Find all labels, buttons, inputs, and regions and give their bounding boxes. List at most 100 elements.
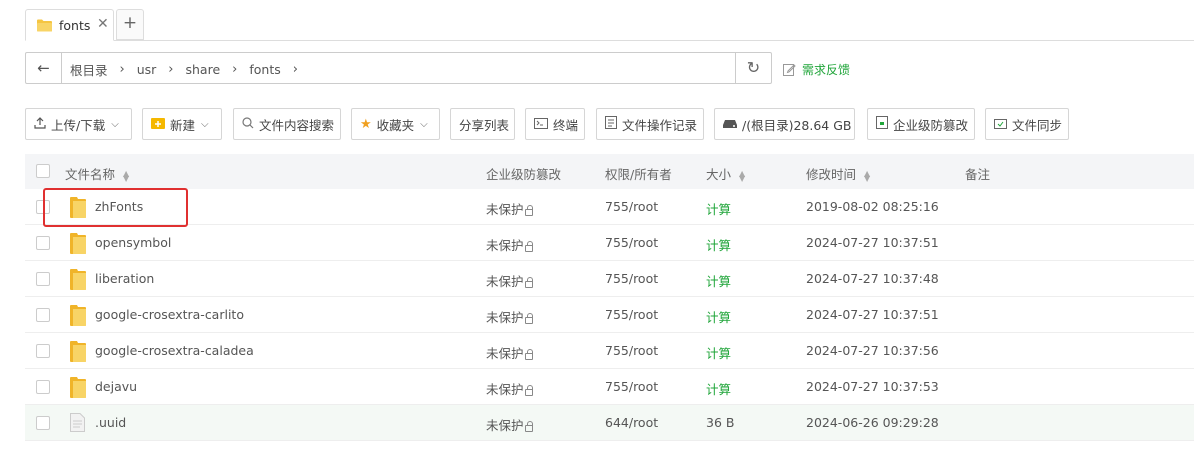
search-icon [242,116,254,132]
back-arrow-icon[interactable]: ← [26,53,62,83]
protect-status[interactable]: 未保护 [486,379,533,398]
crumb-usr[interactable]: usr [137,62,157,77]
row-checkbox[interactable] [36,200,50,214]
table-row[interactable]: liberation 未保护 755/root 计算 2024-07-27 10:37:… [25,261,1194,297]
terminal-icon [534,117,548,132]
col-note: 备注 [965,167,991,182]
row-checkbox[interactable] [36,272,50,286]
row-checkbox[interactable] [36,380,50,394]
tab-title: fonts [59,18,91,33]
file-size[interactable]: 计算 [706,343,731,362]
chevron-right-icon[interactable]: › [293,62,298,77]
file-name[interactable]: google-crosextra-carlito [95,307,244,322]
table-row[interactable]: google-crosextra-caladea 未保护 755/root 计算 202… [25,333,1194,369]
row-checkbox[interactable] [36,236,50,250]
table-row[interactable]: .uuid 未保护 644/root 36 B 2024-06-26 09:29:28 [25,405,1194,441]
lock-icon [524,421,533,432]
table-row[interactable]: dejavu 未保护 755/root 计算 2024-07-27 10:37:53 [25,369,1194,405]
tab-fonts[interactable]: fonts ✕ [25,9,114,41]
table-header: 文件名称 ▲ ▼ 企业级防篡改 权限/所有者 大小 ▲ ▼ 修改时间 ▲ ▼ 备注 [25,154,1194,189]
search-label: 文件内容搜索 [259,117,335,133]
share-list-button[interactable]: 分享列表 [450,108,515,140]
file-size[interactable]: 计算 [706,271,731,290]
refresh-icon[interactable]: ↻ [735,53,771,83]
file-icon [70,413,85,432]
permission[interactable]: 755/root [605,343,658,358]
permission[interactable]: 755/root [605,307,658,322]
file-sync-button[interactable]: 文件同步 [985,108,1069,140]
col-perm: 权限/所有者 [605,167,672,182]
tab-bar: fonts ✕ + [0,0,1194,42]
file-name[interactable]: google-crosextra-caladea [95,343,254,358]
modified-time: 2024-07-27 10:37:53 [806,379,939,394]
row-checkbox[interactable] [36,344,50,358]
permission[interactable]: 755/root [605,235,658,250]
file-name[interactable]: zhFonts [95,199,143,214]
file-size[interactable]: 计算 [706,235,731,254]
permission[interactable]: 755/root [605,379,658,394]
chevron-down-icon: ⌵ [420,118,428,130]
protect-status[interactable]: 未保护 [486,235,533,254]
terminal-button[interactable]: 终端 [525,108,585,140]
op-log-label: 文件操作记录 [622,117,698,133]
permission[interactable]: 755/root [605,271,658,286]
folder-icon [70,269,86,290]
file-size: 36 B [706,415,735,430]
disk-icon [723,117,737,132]
file-name[interactable]: dejavu [95,379,137,394]
table-row[interactable]: zhFonts 未保护 755/root 计算 2019-08-02 08:25:16 [25,189,1194,225]
protect-status[interactable]: 未保护 [486,307,533,326]
feedback-link[interactable]: 需求反馈 [783,61,850,78]
star-icon: ★ [360,116,372,132]
folder-icon [70,197,86,218]
content-search-button[interactable]: 文件内容搜索 [233,108,341,140]
close-icon[interactable]: ✕ [97,16,109,32]
path-bar: ← 根目录 › usr › share › fonts › ↻ [25,52,772,84]
lock-icon [524,349,533,360]
permission[interactable]: 755/root [605,199,658,214]
lock-icon [524,385,533,396]
add-tab-button[interactable]: + [116,9,144,40]
new-button[interactable]: 新建 ⌵ [142,108,222,140]
folder-icon [70,305,86,326]
col-size-label: 大小 [706,167,732,182]
row-checkbox[interactable] [36,416,50,430]
op-log-button[interactable]: 文件操作记录 [596,108,704,140]
protect-status[interactable]: 未保护 [486,415,533,434]
col-size[interactable]: 大小 ▲ ▼ [706,164,745,183]
col-mtime-label: 修改时间 [806,167,857,182]
protect-label: 未保护 [486,346,524,361]
tamper-button[interactable]: 企业级防篡改 [867,108,975,140]
protect-status[interactable]: 未保护 [486,199,533,218]
protect-status[interactable]: 未保护 [486,271,533,290]
file-name[interactable]: .uuid [95,415,126,430]
shield-icon [876,116,888,132]
file-name[interactable]: liberation [95,271,154,286]
col-mtime[interactable]: 修改时间 ▲ ▼ [806,164,870,183]
disk-button[interactable]: /(根目录)28.64 GB [714,108,855,140]
modified-time: 2024-06-26 09:29:28 [806,415,939,430]
file-size[interactable]: 计算 [706,379,731,398]
crumb-share[interactable]: share [186,62,221,77]
file-size[interactable]: 计算 [706,307,731,326]
table-row[interactable]: google-crosextra-carlito 未保护 755/root 计算 202… [25,297,1194,333]
row-checkbox[interactable] [36,308,50,322]
crumb-root[interactable]: 根目录 [70,60,108,79]
folder-icon [70,377,86,398]
favorites-button[interactable]: ★ 收藏夹 ⌵ [351,108,440,140]
protect-status[interactable]: 未保护 [486,343,533,362]
sync-icon [994,117,1007,132]
sort-icon: ▲ ▼ [123,168,130,183]
permission[interactable]: 644/root [605,415,658,430]
select-all-checkbox[interactable] [36,164,50,178]
chevron-right-icon: › [119,62,125,77]
table-row[interactable]: opensymbol 未保护 755/root 计算 2024-07-27 10:37:… [25,225,1194,261]
upload-download-button[interactable]: 上传/下载 ⌵ [25,108,132,140]
file-size[interactable]: 计算 [706,199,731,218]
col-name[interactable]: 文件名称 ▲ ▼ [65,164,129,183]
crumb-fonts[interactable]: fonts [249,62,280,77]
file-name[interactable]: opensymbol [95,235,171,250]
folder-icon [37,19,52,32]
chevron-right-icon: › [168,62,174,77]
chevron-right-icon: › [232,62,238,77]
